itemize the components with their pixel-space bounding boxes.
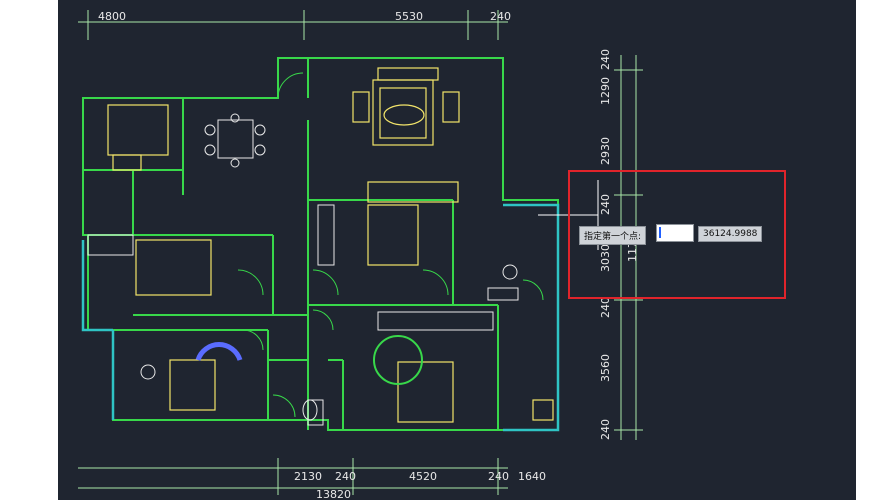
dim-right-8: 240: [599, 297, 612, 318]
coordinate-readout: 36124.9988: [698, 226, 763, 242]
dim-right-9: 3560: [599, 354, 612, 382]
text-cursor: [659, 227, 661, 238]
point-input-field[interactable]: [656, 224, 694, 242]
dim-right-4: 2930: [599, 137, 612, 165]
dim-right-10: 240: [599, 419, 612, 440]
dim-bottom-5: 1640: [518, 470, 546, 483]
dim-bottom-total: 13820: [316, 488, 351, 500]
dim-top-2: 5530: [395, 10, 423, 23]
windows: [81, 203, 560, 432]
dim-bottom-4: 240: [488, 470, 509, 483]
dim-right-2: 1290: [599, 77, 612, 105]
dim-right-1: 240: [599, 49, 612, 70]
dim-bottom-3: 4520: [409, 470, 437, 483]
cad-viewport[interactable]: 4800 5530 240 2130 240 4520 240 1640 138…: [58, 0, 856, 500]
dim-bottom-2: 240: [335, 470, 356, 483]
dim-top-3: 240: [490, 10, 511, 23]
dim-top-1: 4800: [98, 10, 126, 23]
command-prompt-tooltip: 指定第一个点:: [579, 226, 647, 245]
furniture: [107, 67, 554, 423]
curved-wall: [195, 342, 243, 361]
dim-bottom-1: 2130: [294, 470, 322, 483]
